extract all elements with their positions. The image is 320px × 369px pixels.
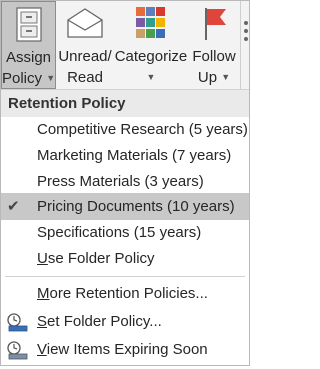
categorize-button[interactable]: Categorize ▼ — [114, 1, 188, 89]
unread-read-button[interactable]: Unread/ Read — [56, 1, 114, 89]
envelope-icon — [66, 6, 104, 46]
policy-item-competitive-research[interactable]: Competitive Research (5 years) — [1, 117, 249, 143]
policy-item-label: Competitive Research (5 years) — [37, 121, 248, 138]
set-folder-policy-item[interactable]: Set Folder Policy... — [1, 309, 249, 335]
menu-header-retention-policy: Retention Policy — [1, 90, 249, 117]
unread-read-label-line1: Unread/ — [58, 48, 112, 65]
assign-policy-label-line2: Policy — [2, 70, 43, 87]
policy-item-press-materials[interactable]: Press Materials (3 years) — [1, 169, 249, 195]
menu-separator — [5, 276, 245, 277]
assign-policy-button[interactable]: Assign Policy ▼ — [1, 1, 56, 89]
view-items-expiring-soon-item[interactable]: View Items Expiring Soon — [1, 337, 249, 363]
use-folder-policy-item[interactable]: Use Folder Policy — [1, 246, 249, 272]
follow-up-button[interactable]: Follow Up ▼ — [188, 1, 240, 89]
flag-icon — [199, 6, 229, 48]
assign-policy-icon — [14, 7, 44, 49]
view-expiring-icon — [5, 340, 29, 369]
policy-item-pricing-documents[interactable]: ✔ Pricing Documents (10 years) — [1, 193, 249, 220]
chevron-down-icon: ▼ — [221, 72, 231, 82]
unread-read-label-line2: Read — [67, 69, 103, 86]
categorize-label: Categorize — [114, 48, 188, 65]
follow-up-label-line2: Up — [197, 69, 218, 86]
policy-item-label: Press Materials (3 years) — [37, 173, 204, 190]
policy-item-marketing-materials[interactable]: Marketing Materials (7 years) — [1, 143, 249, 169]
use-folder-policy-label: Use Folder Policy — [37, 250, 155, 267]
view-items-expiring-soon-label: View Items Expiring Soon — [37, 341, 208, 358]
policy-item-specifications[interactable]: Specifications (15 years) — [1, 220, 249, 246]
follow-up-label-line1: Follow — [192, 48, 236, 65]
more-retention-policies-item[interactable]: More Retention Policies... — [1, 281, 249, 307]
retention-policy-dropdown-window: Assign Policy ▼ Unread/ Read Categorize … — [0, 0, 250, 366]
policy-item-label: Marketing Materials (7 years) — [37, 147, 232, 164]
chevron-down-icon: ▼ — [46, 73, 56, 83]
ribbon-overflow-edge — [240, 1, 250, 89]
checkmark-icon: ✔ — [7, 198, 20, 215]
categorize-icon — [135, 6, 167, 46]
assign-policy-label-line1: Assign — [5, 49, 52, 66]
set-folder-policy-label: Set Folder Policy... — [37, 313, 162, 330]
chevron-down-icon: ▼ — [146, 72, 156, 82]
partial-icon — [243, 19, 249, 48]
policy-item-label: Specifications (15 years) — [37, 224, 202, 241]
policy-item-label: Pricing Documents (10 years) — [37, 198, 235, 215]
ribbon-tags-group: Assign Policy ▼ Unread/ Read Categorize … — [1, 1, 249, 90]
more-retention-policies-label: More Retention Policies... — [37, 285, 208, 302]
